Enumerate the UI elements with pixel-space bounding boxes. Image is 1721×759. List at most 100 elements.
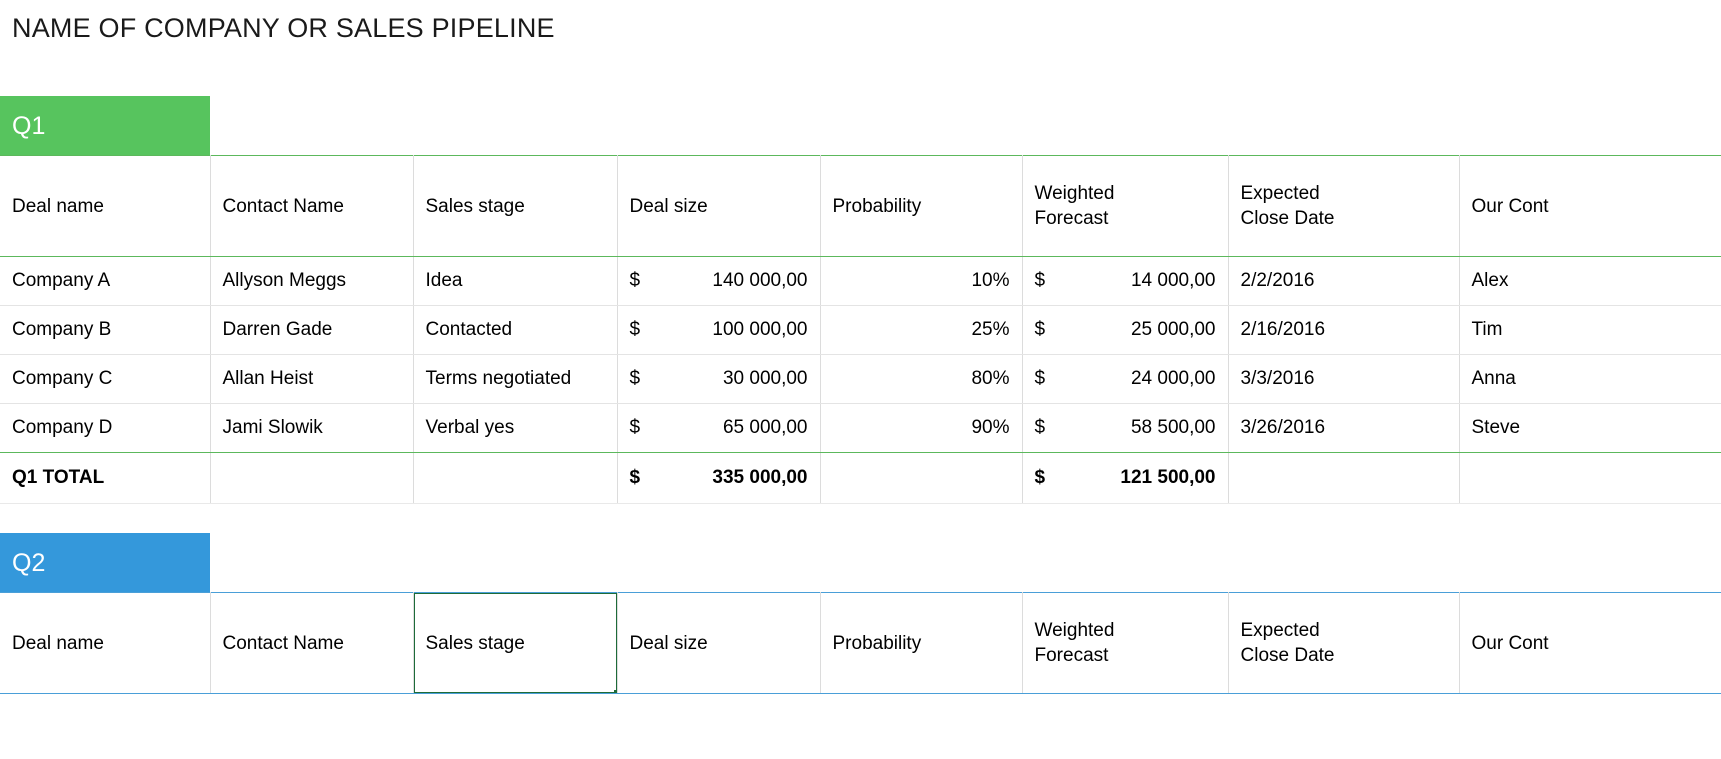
cell-deal-size[interactable]: $ 30 000,00: [616, 354, 821, 404]
expected-close-line1: Expected: [1240, 183, 1320, 204]
currency-symbol: $: [1034, 368, 1046, 389]
cell-total-deal-size[interactable]: $ 335 000,00: [616, 452, 821, 504]
weighted-forecast-amount: 58 500,00: [1130, 417, 1216, 438]
col-header-deal-name[interactable]: Deal name: [0, 155, 211, 257]
weighted-forecast-amount: 14 000,00: [1130, 270, 1216, 291]
cell-contact-name[interactable]: Darren Gade: [209, 305, 414, 355]
col-header-probability[interactable]: Probability: [819, 155, 1023, 257]
cell-probability[interactable]: 80%: [819, 354, 1023, 404]
cell-contact-name[interactable]: Allyson Meggs: [209, 256, 414, 306]
cell-expected-close-date[interactable]: 2/2/2016: [1227, 256, 1460, 306]
cell-deal-name[interactable]: Company B: [0, 305, 211, 355]
cell-expected-close-date[interactable]: 2/16/2016: [1227, 305, 1460, 355]
probability-value: 10%: [971, 270, 1010, 291]
cell-sales-stage[interactable]: [412, 452, 618, 504]
pipeline-table-q2: Deal name Contact Name Sales stage Deal …: [0, 592, 1721, 694]
cell-our-contact[interactable]: Anna: [1458, 354, 1721, 404]
pipeline-table-q1: Deal name Contact Name Sales stage Deal …: [0, 155, 1721, 504]
cell-sales-stage[interactable]: Contacted: [412, 305, 618, 355]
cell-deal-name[interactable]: Company C: [0, 354, 211, 404]
weighted-forecast-line2: Forecast: [1034, 208, 1109, 229]
col-header-probability[interactable]: Probability: [819, 592, 1023, 694]
currency-symbol: $: [1034, 417, 1046, 438]
cell-deal-size[interactable]: $ 140 000,00: [616, 256, 821, 306]
currency-symbol: $: [1034, 319, 1046, 340]
cell-expected-close-date[interactable]: [1227, 452, 1460, 504]
deal-size-amount: 30 000,00: [722, 368, 808, 389]
currency-symbol: $: [629, 270, 641, 291]
cell-our-contact[interactable]: [1458, 452, 1721, 504]
cell-sales-stage[interactable]: Verbal yes: [412, 403, 618, 453]
cell-expected-close-date[interactable]: 3/3/2016: [1227, 354, 1460, 404]
table-row[interactable]: Company C Allan Heist Terms negotiated $…: [0, 354, 1721, 404]
table-body-q1: Company A Allyson Meggs Idea $ 140 000,0…: [0, 256, 1721, 504]
cell-total-weighted-forecast[interactable]: $ 121 500,00: [1021, 452, 1229, 504]
quarter-section-q2: Q2 Deal name Contact Name Sales stage De…: [0, 533, 1721, 694]
expected-close-line2: Close Date: [1240, 645, 1335, 666]
total-weighted-forecast-amount: 121 500,00: [1120, 467, 1216, 488]
col-header-expected-close-date[interactable]: Expected Close Date: [1227, 155, 1460, 257]
table-row[interactable]: Company A Allyson Meggs Idea $ 140 000,0…: [0, 256, 1721, 306]
table-row[interactable]: Company B Darren Gade Contacted $ 100 00…: [0, 305, 1721, 355]
col-header-our-contact[interactable]: Our Cont: [1458, 592, 1721, 694]
cell-weighted-forecast[interactable]: $ 24 000,00: [1021, 354, 1229, 404]
col-header-deal-name[interactable]: Deal name: [0, 592, 211, 694]
col-header-contact-name[interactable]: Contact Name: [209, 592, 414, 694]
expected-close-line1: Expected: [1240, 620, 1320, 641]
cell-our-contact[interactable]: Tim: [1458, 305, 1721, 355]
col-header-deal-size[interactable]: Deal size: [616, 155, 821, 257]
cell-expected-close-date[interactable]: 3/26/2016: [1227, 403, 1460, 453]
col-header-deal-size[interactable]: Deal size: [616, 592, 821, 694]
table-row[interactable]: Company D Jami Slowik Verbal yes $ 65 00…: [0, 403, 1721, 453]
quarter-label-q2[interactable]: Q2: [0, 533, 210, 592]
col-header-weighted-forecast[interactable]: Weighted Forecast: [1021, 592, 1229, 694]
cell-sales-stage[interactable]: Idea: [412, 256, 618, 306]
deal-size-amount: 65 000,00: [722, 417, 808, 438]
cell-deal-size[interactable]: $ 100 000,00: [616, 305, 821, 355]
cell-deal-name[interactable]: Company D: [0, 403, 211, 453]
cell-probability[interactable]: 25%: [819, 305, 1023, 355]
probability-value: 25%: [971, 319, 1010, 340]
col-header-expected-close-date[interactable]: Expected Close Date: [1227, 592, 1460, 694]
deal-size-amount: 100 000,00: [712, 319, 808, 340]
col-header-sales-stage[interactable]: Sales stage: [412, 592, 618, 694]
cell-weighted-forecast[interactable]: $ 58 500,00: [1021, 403, 1229, 453]
currency-symbol: $: [629, 417, 641, 438]
cell-probability[interactable]: 10%: [819, 256, 1023, 306]
weighted-forecast-amount: 24 000,00: [1130, 368, 1216, 389]
col-header-our-contact[interactable]: Our Cont: [1458, 155, 1721, 257]
table-header-q2: Deal name Contact Name Sales stage Deal …: [0, 592, 1721, 694]
quarter-label-q1-text: Q1: [12, 111, 46, 140]
expected-close-line2: Close Date: [1240, 208, 1335, 229]
col-header-sales-stage[interactable]: Sales stage: [412, 155, 618, 257]
currency-symbol: $: [1034, 270, 1046, 291]
total-row-q1[interactable]: Q1 TOTAL $ 335 000,00 $ 121 500,00: [0, 452, 1721, 504]
cell-contact-name[interactable]: Jami Slowik: [209, 403, 414, 453]
cell-weighted-forecast[interactable]: $ 14 000,00: [1021, 256, 1229, 306]
cell-deal-size[interactable]: $ 65 000,00: [616, 403, 821, 453]
cell-total-label[interactable]: Q1 TOTAL: [0, 452, 211, 504]
quarter-label-q1[interactable]: Q1: [0, 96, 210, 155]
cell-deal-name[interactable]: Company A: [0, 256, 211, 306]
quarter-label-q2-text: Q2: [12, 548, 46, 577]
cell-probability[interactable]: [819, 452, 1023, 504]
cell-our-contact[interactable]: Steve: [1458, 403, 1721, 453]
cell-contact-name[interactable]: Allan Heist: [209, 354, 414, 404]
currency-symbol: $: [629, 319, 641, 340]
cell-contact-name[interactable]: [209, 452, 414, 504]
deal-size-amount: 140 000,00: [712, 270, 808, 291]
cell-probability[interactable]: 90%: [819, 403, 1023, 453]
table-header-q1: Deal name Contact Name Sales stage Deal …: [0, 155, 1721, 257]
probability-value: 80%: [971, 368, 1010, 389]
col-header-contact-name[interactable]: Contact Name: [209, 155, 414, 257]
fill-handle[interactable]: [613, 690, 616, 693]
cell-sales-stage[interactable]: Terms negotiated: [412, 354, 618, 404]
cell-our-contact[interactable]: Alex: [1458, 256, 1721, 306]
cell-weighted-forecast[interactable]: $ 25 000,00: [1021, 305, 1229, 355]
weighted-forecast-line1: Weighted: [1034, 620, 1115, 641]
currency-symbol: $: [1034, 467, 1046, 488]
col-header-sales-stage-text: Sales stage: [425, 632, 525, 654]
total-deal-size-amount: 335 000,00: [712, 467, 808, 488]
weighted-forecast-line1: Weighted: [1034, 183, 1115, 204]
col-header-weighted-forecast[interactable]: Weighted Forecast: [1021, 155, 1229, 257]
